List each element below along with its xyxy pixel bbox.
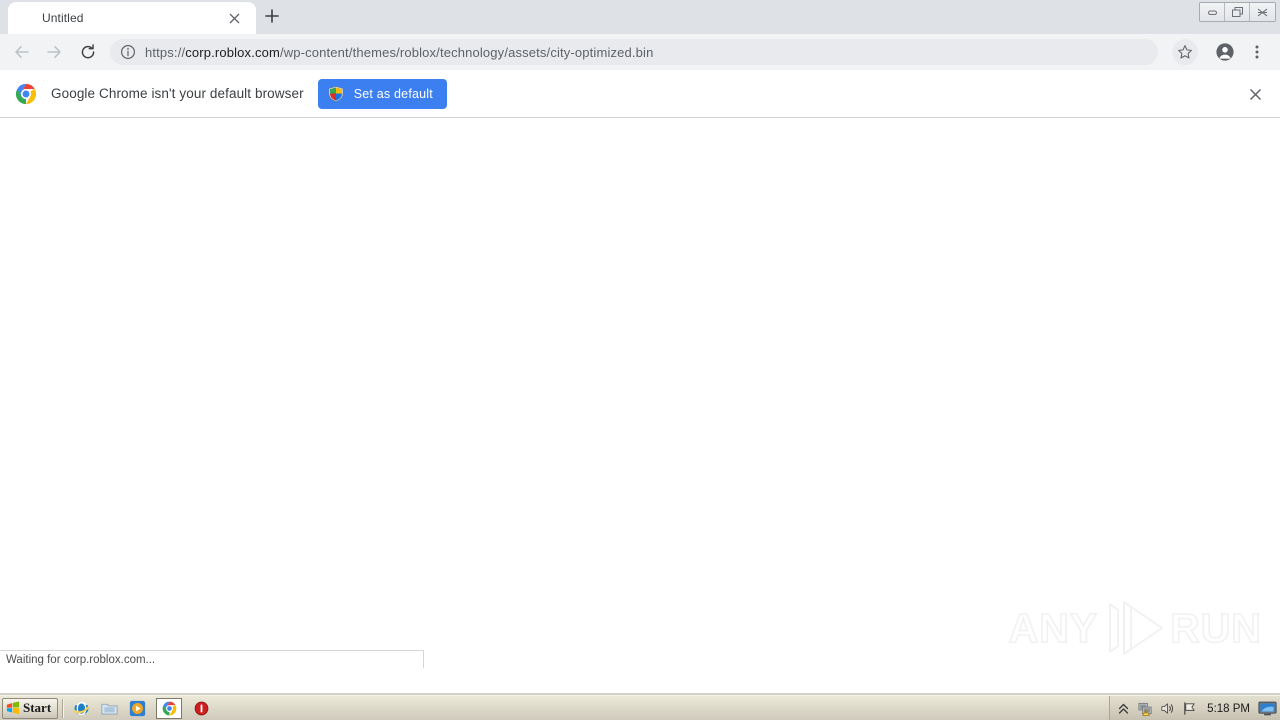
watermark-text-left: ANY	[1008, 604, 1099, 652]
restore-button[interactable]	[1225, 3, 1250, 21]
set-as-default-button[interactable]: Set as default	[317, 78, 447, 109]
chevrons-up-icon	[1118, 703, 1128, 714]
bookmark-button[interactable]	[1172, 39, 1198, 65]
address-bar[interactable]: https://corp.roblox.com/wp-content/theme…	[110, 39, 1158, 65]
red-circle-icon	[194, 701, 208, 715]
close-icon	[229, 13, 239, 23]
infobar-message: Google Chrome isn't your default browser	[51, 86, 304, 101]
back-button[interactable]	[8, 38, 36, 66]
uac-shield-icon	[328, 85, 344, 102]
quick-launch-internet-explorer[interactable]	[72, 699, 90, 717]
page-content-area: ANY RUN Waiting for corp.roblox.com...	[0, 119, 1280, 695]
chrome-logo-icon	[162, 701, 177, 715]
browser-tab[interactable]: Untitled	[8, 2, 256, 34]
set-as-default-label: Set as default	[353, 86, 433, 101]
url-text: https://corp.roblox.com/wp-content/theme…	[145, 45, 653, 60]
quick-launch-file-explorer[interactable]	[100, 699, 118, 717]
close-icon	[1257, 8, 1268, 16]
browser-toolbar: https://corp.roblox.com/wp-content/theme…	[0, 34, 1280, 70]
url-scheme: https://	[145, 44, 186, 60]
quick-launch-bar	[72, 697, 210, 719]
browser-window: Untitled https://corp.roblox.com/wp-cont…	[0, 0, 1280, 720]
start-button-label: Start	[23, 700, 52, 715]
minimize-icon	[1207, 10, 1217, 15]
taskbar-button-google-chrome[interactable]	[156, 697, 183, 719]
star-icon	[1178, 45, 1192, 59]
window-controls	[1199, 2, 1276, 22]
close-button[interactable]	[1250, 3, 1275, 21]
chrome-menu-button[interactable]	[1244, 39, 1270, 65]
close-icon	[1249, 88, 1261, 100]
tray-network-icon[interactable]	[1137, 701, 1153, 717]
default-browser-infobar: Google Chrome isn't your default browser…	[0, 70, 1280, 118]
network-warning-icon	[1138, 702, 1152, 716]
tab-close-button[interactable]	[224, 8, 244, 28]
url-host: corp.roblox.com	[185, 44, 280, 60]
windows-taskbar: Start 5:18 PM	[0, 695, 1280, 720]
folder-icon	[101, 703, 118, 714]
tray-volume-icon[interactable]	[1159, 701, 1175, 717]
new-tab-button[interactable]	[258, 2, 286, 30]
tray-flag-icon[interactable]	[1181, 701, 1197, 717]
status-bar: Waiting for corp.roblox.com...	[0, 650, 424, 668]
flag-icon	[1183, 702, 1195, 715]
quick-launch-media-player[interactable]	[128, 699, 146, 717]
tab-title: Untitled	[42, 11, 84, 25]
infobar-close-button[interactable]	[1244, 83, 1266, 105]
windows-flag-icon	[6, 701, 20, 715]
anyrun-play-logo-icon	[1109, 601, 1164, 655]
arrow-right-icon	[47, 46, 61, 58]
arrow-left-icon	[15, 46, 29, 58]
system-tray: 5:18 PM	[1109, 696, 1280, 720]
start-button[interactable]: Start	[2, 697, 59, 719]
account-circle-icon	[1216, 43, 1234, 61]
monitor-icon[interactable]	[1258, 701, 1277, 716]
status-bar-text: Waiting for corp.roblox.com...	[6, 653, 156, 666]
forward-button[interactable]	[40, 38, 68, 66]
minimize-button[interactable]	[1200, 3, 1225, 21]
reload-button[interactable]	[74, 38, 102, 66]
chrome-logo-icon	[15, 83, 37, 104]
restore-icon	[1231, 7, 1243, 17]
reload-icon	[81, 44, 95, 59]
plus-icon	[265, 9, 279, 23]
info-circle-icon[interactable]	[120, 44, 136, 60]
tab-strip: Untitled	[0, 0, 1280, 34]
internet-explorer-icon	[73, 701, 90, 715]
anyrun-watermark: ANY RUN	[1008, 598, 1262, 658]
profile-button[interactable]	[1212, 39, 1238, 65]
volume-icon	[1161, 703, 1173, 714]
quick-launch-blocked-app[interactable]	[192, 699, 210, 717]
watermark-text-right: RUN	[1169, 604, 1262, 652]
tray-expand-button[interactable]	[1115, 701, 1131, 717]
taskbar-separator	[62, 698, 65, 718]
tray-clock[interactable]: 5:18 PM	[1207, 703, 1250, 715]
media-player-icon	[129, 700, 145, 716]
three-dots-vertical-icon	[1255, 45, 1259, 59]
url-path: /wp-content/themes/roblox/technology/ass…	[279, 44, 654, 60]
